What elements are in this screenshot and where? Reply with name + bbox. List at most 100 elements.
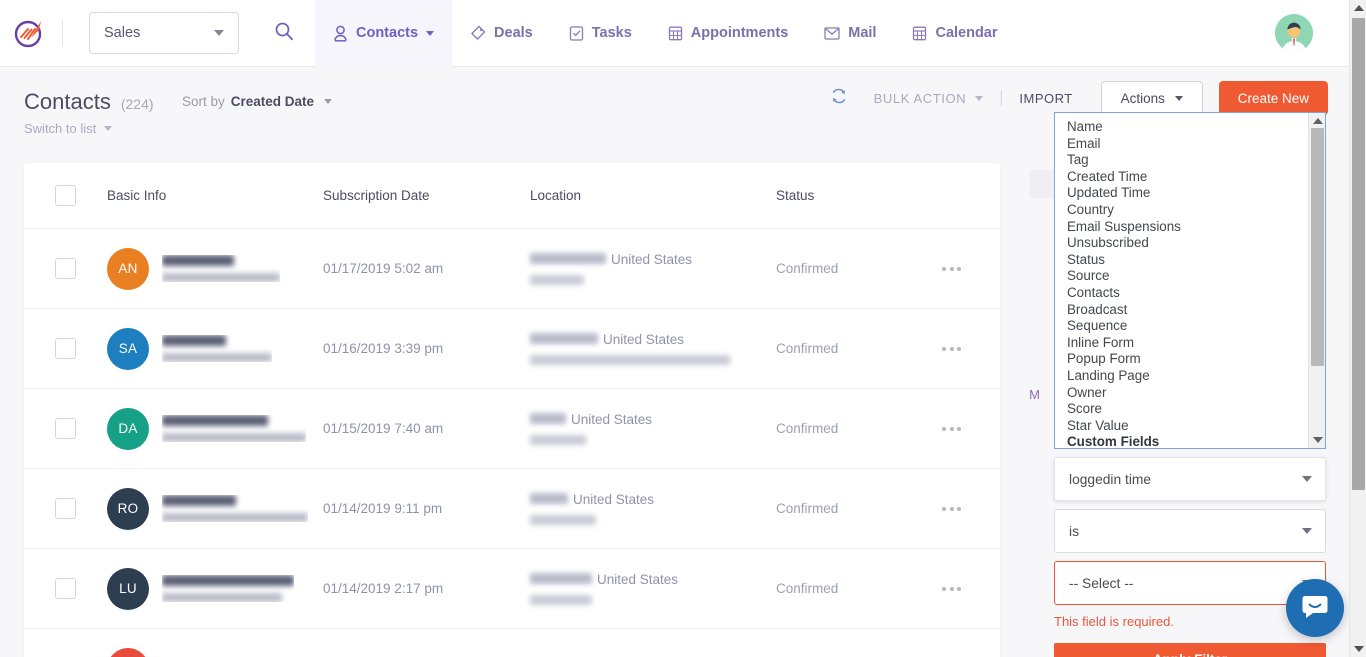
contact-identity (162, 335, 272, 362)
nav-item-deals[interactable]: Deals (452, 0, 551, 67)
field-option[interactable]: Name (1067, 119, 1325, 136)
sort-by-value: Created Date (231, 94, 314, 109)
contact-status: Confirmed (776, 421, 924, 436)
bulk-action-dropdown[interactable]: BULK ACTION (874, 91, 984, 106)
contact-basic-info[interactable]: SA (107, 328, 323, 370)
scroll-up-icon[interactable] (1354, 5, 1364, 11)
tag-icon (470, 25, 486, 41)
import-button[interactable]: IMPORT (1019, 91, 1072, 106)
row-actions (924, 267, 1000, 271)
column-basic-info[interactable]: Basic Info (107, 188, 323, 203)
app-logo[interactable] (0, 16, 58, 50)
select-all-checkbox[interactable] (55, 185, 76, 206)
contacts-page: Sales Contacts (0, 0, 1366, 657)
field-option[interactable]: Source (1067, 268, 1325, 285)
field-option[interactable]: Star Value (1067, 418, 1325, 435)
ellipsis-icon[interactable] (942, 267, 961, 271)
hidden-label: M (1029, 387, 1040, 402)
filter-field-select[interactable]: loggedin time (1054, 457, 1326, 501)
row-checkbox[interactable] (55, 338, 76, 359)
chat-launcher-button[interactable] (1286, 579, 1344, 637)
table-row[interactable]: LU01/14/2019 2:17 pmUnited StatesConfirm… (24, 549, 1000, 629)
create-new-button[interactable]: Create New (1219, 81, 1328, 115)
field-option[interactable]: Created Time (1067, 169, 1325, 186)
row-checkbox[interactable] (55, 258, 76, 279)
scrollbar-thumb[interactable] (1352, 18, 1365, 490)
filter-operator-select[interactable]: is (1054, 509, 1326, 553)
nav-item-contacts[interactable]: Contacts (315, 0, 452, 67)
contact-basic-info[interactable]: DA (107, 408, 323, 450)
contact-location: United States (530, 252, 776, 285)
table-row[interactable]: AN01/17/2019 5:02 amUnited StatesConfirm… (24, 229, 1000, 309)
scroll-up-icon[interactable] (1313, 118, 1323, 124)
contact-identity (162, 415, 306, 442)
ellipsis-icon[interactable] (942, 587, 961, 591)
filter-panel: M NameEmailTagCreated TimeUpdated TimeCo… (1054, 112, 1344, 657)
column-subscription-date[interactable]: Subscription Date (323, 188, 530, 203)
app-selector[interactable]: Sales (89, 12, 239, 54)
field-option[interactable]: Tag (1067, 152, 1325, 169)
table-row[interactable]: DA01/15/2019 7:40 amUnited StatesConfirm… (24, 389, 1000, 469)
user-avatar[interactable] (1275, 14, 1313, 52)
ellipsis-icon[interactable] (942, 507, 961, 511)
scroll-down-icon[interactable] (1354, 646, 1364, 652)
contacts-table: Basic Info Subscription Date Location St… (24, 163, 1000, 657)
listbox-scrollbar[interactable] (1308, 113, 1325, 448)
row-actions (924, 347, 1000, 351)
nav-item-mail[interactable]: Mail (806, 0, 894, 67)
field-option[interactable]: Owner (1067, 385, 1325, 402)
subscription-date: 01/17/2019 5:02 am (323, 261, 530, 276)
field-options-listbox[interactable]: NameEmailTagCreated TimeUpdated TimeCoun… (1054, 112, 1326, 449)
field-option[interactable]: Score (1067, 401, 1325, 418)
field-option[interactable]: Broadcast (1067, 302, 1325, 319)
ellipsis-icon[interactable] (942, 347, 961, 351)
field-option[interactable]: Email Suspensions (1067, 219, 1325, 236)
checklist-icon (569, 25, 584, 41)
field-option[interactable]: Status (1067, 252, 1325, 269)
scrollbar-thumb[interactable] (1311, 128, 1324, 366)
city-redacted (530, 333, 598, 344)
ellipsis-icon[interactable] (942, 427, 961, 431)
contact-basic-info[interactable]: RO (107, 488, 323, 530)
contact-basic-info[interactable]: AN (107, 248, 323, 290)
row-select-cell (24, 418, 107, 439)
field-option[interactable]: Custom Fields (1067, 434, 1325, 449)
scroll-down-icon[interactable] (1313, 437, 1323, 443)
field-option[interactable]: Popup Form (1067, 351, 1325, 368)
field-option[interactable]: Country (1067, 202, 1325, 219)
search-icon (274, 21, 294, 46)
actions-button[interactable]: Actions (1101, 81, 1203, 115)
city-redacted (530, 413, 566, 424)
column-location[interactable]: Location (530, 188, 776, 203)
contact-identity (162, 575, 294, 602)
row-checkbox[interactable] (55, 418, 76, 439)
nav-item-tasks[interactable]: Tasks (551, 0, 650, 67)
refresh-button[interactable] (830, 87, 848, 110)
contact-basic-info[interactable] (107, 648, 323, 657)
table-row[interactable]: RO01/14/2019 9:11 pmUnited StatesConfirm… (24, 469, 1000, 549)
field-option[interactable]: Updated Time (1067, 185, 1325, 202)
column-status[interactable]: Status (776, 188, 924, 203)
field-option[interactable]: Sequence (1067, 318, 1325, 335)
field-option[interactable]: Landing Page (1067, 368, 1325, 385)
contact-location: United States (530, 492, 776, 525)
field-option[interactable]: Inline Form (1067, 335, 1325, 352)
field-option[interactable]: Email (1067, 136, 1325, 153)
browser-scrollbar[interactable] (1349, 0, 1366, 657)
table-row[interactable] (24, 629, 1000, 657)
nav-item-appointments[interactable]: Appointments (650, 0, 806, 67)
row-actions (924, 587, 1000, 591)
sort-by-control[interactable]: Sort by Created Date (182, 94, 332, 109)
search-button[interactable] (267, 16, 301, 50)
field-option[interactable]: Unsubscribed (1067, 235, 1325, 252)
filter-value-select[interactable]: -- Select -- (1054, 561, 1326, 605)
row-checkbox[interactable] (55, 498, 76, 519)
table-row[interactable]: SA01/16/2019 3:39 pmUnited StatesConfirm… (24, 309, 1000, 389)
apply-filter-button[interactable]: Apply Filter (1054, 643, 1326, 657)
nav-item-calendar[interactable]: Calendar (894, 0, 1015, 67)
nav-label: Contacts (356, 25, 418, 41)
switch-to-list-button[interactable]: Switch to list (24, 121, 112, 136)
field-option[interactable]: Contacts (1067, 285, 1325, 302)
row-checkbox[interactable] (55, 578, 76, 599)
contact-basic-info[interactable]: LU (107, 568, 323, 610)
